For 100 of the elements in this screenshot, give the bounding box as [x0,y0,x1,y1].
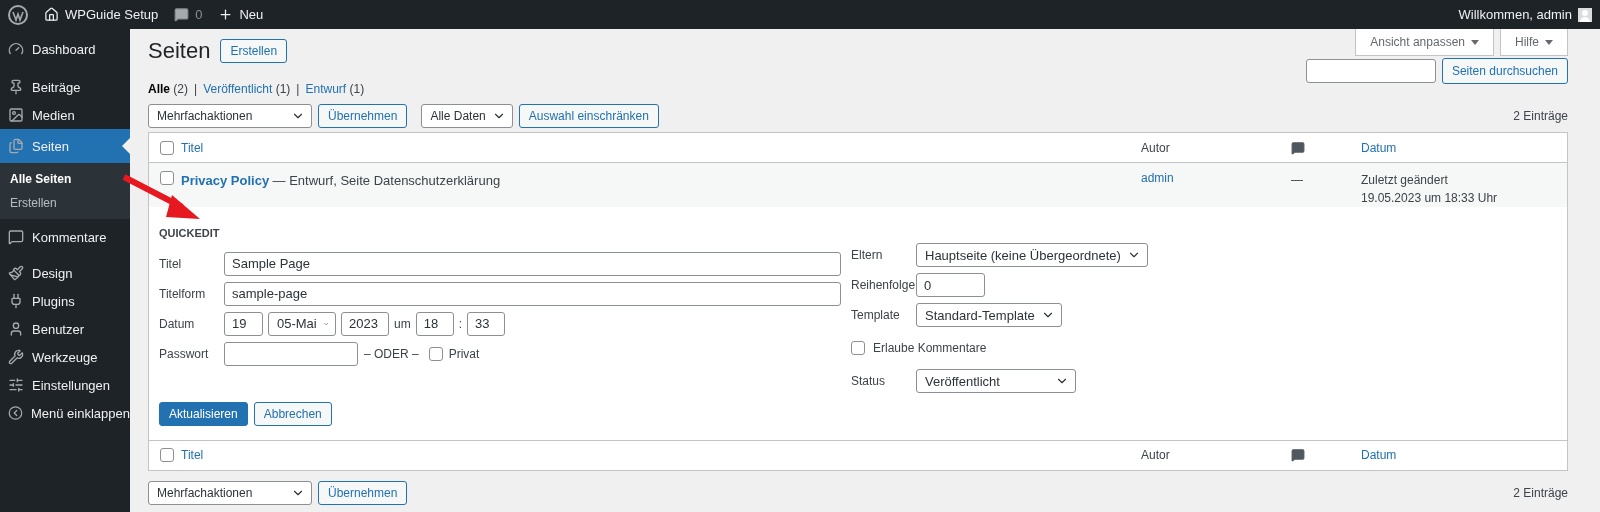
menu-item[interactable]: Werkzeuge [0,343,130,371]
avatar-icon [1578,7,1592,22]
site-link[interactable]: WPGuide Setup [44,7,159,22]
date-label: Zuletzt geändert [1361,172,1449,189]
menu-item[interactable]: Benutzer [0,315,130,343]
logo-icon[interactable] [8,4,28,25]
password-field[interactable] [224,341,358,366]
column-header[interactable]: Titel [181,448,1141,462]
hour-field[interactable]: 18 [415,311,454,336]
field-label: Titelform [159,285,207,303]
field-label: Eltern [851,247,884,264]
pages-icon [8,138,24,154]
column-header: Autor [1141,139,1171,157]
item-count: 2 Einträge [1513,484,1568,502]
comment-icon [1291,140,1305,155]
item-count: 2 Einträge [1513,108,1568,125]
parent-select[interactable]: Hauptseite (keine Übergeordnete) [916,243,1148,267]
month-select[interactable]: 05-Mai [268,311,336,336]
field-label: um [394,315,411,333]
checkbox[interactable] [160,140,174,155]
menu-item[interactable]: Dashboard [0,35,130,63]
day-field[interactable]: 19 [224,311,263,336]
author-link[interactable]: admin [1141,171,1291,185]
status-select[interactable]: Veröffentlicht [916,369,1076,393]
slug-field[interactable]: sample-page [224,281,841,306]
speech-bubble-icon [8,229,24,245]
screen-tab[interactable]: Ansicht anpassen [1355,29,1494,56]
comment-icon [174,7,190,22]
minute-field[interactable]: 33 [467,311,505,336]
column-header: Autor [1141,447,1171,464]
menu-item[interactable]: Kommentare [0,223,130,251]
column-header[interactable]: Datum [1361,448,1567,462]
view-link[interactable]: Veröffentlicht [203,82,273,96]
count: (2) [173,82,189,96]
date-select[interactable]: Alle Daten [421,104,513,128]
comments-link[interactable]: 0 [174,7,203,22]
or-label: – ODER – [364,345,419,363]
checkbox[interactable] [160,171,174,185]
checkbox[interactable] [428,346,443,361]
comment-count: — [1291,172,1304,189]
field-label: Passwort [159,345,210,363]
sliders-icon [8,377,24,393]
apply-button[interactable]: Übernehmen [318,104,408,128]
filter-button[interactable]: Auswahl einschränken [518,104,659,128]
home-icon [44,7,59,22]
template-select[interactable]: Standard-Template [916,303,1062,327]
checkbox[interactable] [851,341,865,355]
column-header[interactable]: Datum [1361,140,1567,155]
brush-icon [8,265,24,281]
count: (1) [349,82,365,96]
menu-item[interactable]: Medien [0,101,130,129]
plug-icon [8,293,24,309]
apply-button[interactable]: Übernehmen [318,480,408,505]
field-label: Titel [159,255,183,273]
view-link[interactable]: Alle [148,82,170,96]
view-link[interactable]: Entwurf [305,82,347,96]
account-link[interactable]: Willkommen, admin [1458,7,1592,22]
quickedit-heading: QUICKEDIT [159,227,220,239]
add-button[interactable]: Erstellen [220,39,288,63]
submenu-item[interactable]: Erstellen [0,191,130,215]
submenu-item[interactable]: Alle Seiten [0,167,130,191]
field-label: Status [851,373,887,390]
wrench-icon [8,349,24,365]
checkbox[interactable] [160,448,174,462]
time-separator: : [458,315,462,333]
order-field[interactable]: 0 [916,273,985,297]
field-label: Datum [159,315,196,333]
new-link[interactable]: Neu [218,7,264,22]
screen-tab[interactable]: Hilfe [1500,29,1568,56]
cancel-button[interactable]: Abbrechen [253,401,332,426]
menu-item[interactable]: Seiten [0,129,130,163]
collapse-icon [8,405,23,421]
menu-item[interactable]: Einstellungen [0,371,130,399]
comment-icon [1291,448,1305,462]
field-label: Reihenfolge [851,277,916,294]
menu-item[interactable]: Plugins [0,287,130,315]
bulk-select[interactable]: Mehrfachaktionen [148,480,312,505]
menu-item[interactable]: Menü einklappen [0,399,130,427]
pin-icon [8,79,24,95]
separator: | [194,81,198,98]
bulk-select[interactable]: Mehrfachaktionen [148,104,312,128]
column-header[interactable]: Titel [181,140,1141,155]
menu-item[interactable]: Design [0,259,130,287]
page-state: — Entwurf, Seite Datenschutzerklärung [272,173,501,188]
date-value: 19.05.2023 um 18:33 Uhr [1361,190,1499,207]
title-field[interactable]: Sample Page [224,251,841,276]
field-label: Template [851,307,901,324]
plus-icon [218,7,234,22]
update-button[interactable]: Aktualisieren [159,401,248,426]
search-field[interactable] [1305,59,1436,83]
page-title: Seiten [148,38,211,64]
year-field[interactable]: 2023 [341,311,389,336]
page-link[interactable]: Privacy Policy [181,173,270,188]
image-icon [8,107,24,123]
pointer-icon [122,138,130,154]
checkbox-label: Privat [448,345,480,363]
separator: | [296,81,300,98]
gauge-icon [8,41,24,57]
search-button[interactable]: Seiten durchsuchen [1441,58,1568,84]
menu-item[interactable]: Beiträge [0,73,130,101]
